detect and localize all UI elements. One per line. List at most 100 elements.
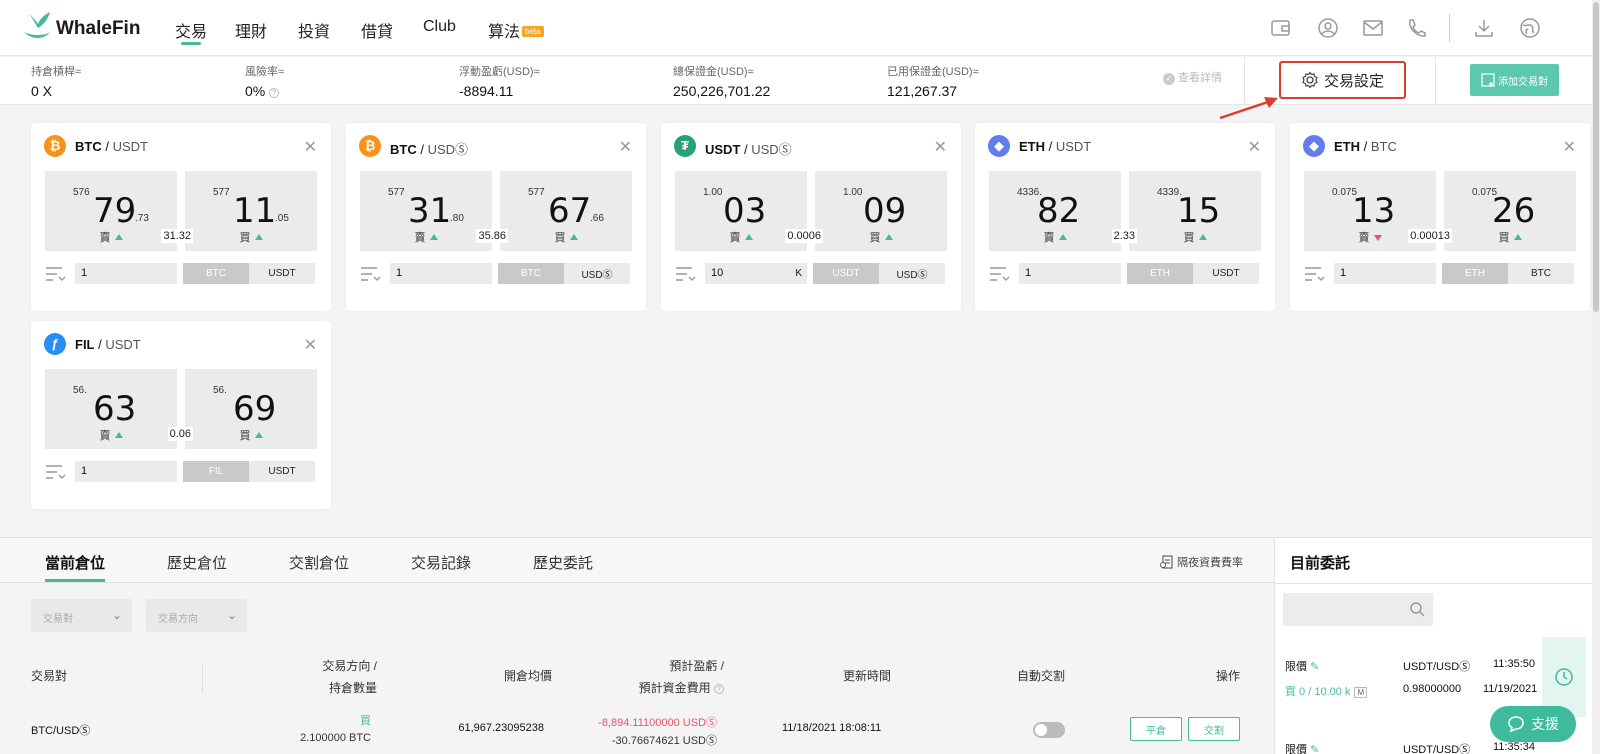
tab-history-positions[interactable]: 歷史倉位 (167, 552, 227, 573)
currency-option-quote[interactable]: USDT (249, 461, 315, 482)
currency-option-base[interactable]: FIL (183, 461, 249, 482)
price-suffix: .80 (450, 213, 464, 224)
edit-icon[interactable]: ✎ (1310, 744, 1319, 754)
trade-settings-button[interactable]: 交易設定 (1279, 61, 1406, 99)
currency-toggle[interactable]: BTC USDT (183, 263, 315, 284)
quantity-input[interactable]: 1 (75, 461, 177, 482)
quantity-input[interactable]: 1 (1019, 263, 1121, 284)
download-icon[interactable] (1473, 17, 1495, 39)
nav-item-finance[interactable]: 理財 (235, 18, 267, 42)
support-chat-button[interactable]: 支援 (1490, 706, 1576, 742)
quantity-input[interactable]: 1 (75, 263, 177, 284)
orders-search-input[interactable] (1283, 593, 1433, 626)
currency-option-quote[interactable]: USDⓈ (564, 263, 630, 284)
funding-rate-link[interactable]: 隔夜資費費率 (1160, 554, 1243, 570)
scrollbar-thumb[interactable] (1593, 2, 1599, 312)
order-type-icon[interactable] (675, 265, 697, 283)
order-type-icon[interactable] (1304, 265, 1326, 283)
search-icon (1410, 602, 1425, 617)
add-trade-pair-button[interactable]: 添加交易對 (1470, 64, 1559, 96)
close-icon[interactable]: ✕ (304, 137, 317, 157)
buy-price-box[interactable]: 56. 69 買 (185, 369, 317, 449)
pair-title: ETH / BTC (1334, 139, 1397, 154)
direction-filter-dropdown[interactable]: 交易方向 ⌄ (146, 599, 247, 632)
support-label: 支援 (1531, 716, 1559, 732)
currency-toggle[interactable]: USDT USDⓈ (813, 263, 945, 284)
quantity-input[interactable]: 1 (390, 263, 492, 284)
order-type-icon[interactable] (360, 265, 382, 283)
tab-trade-records[interactable]: 交易記錄 (411, 552, 471, 573)
close-icon[interactable]: ✕ (304, 335, 317, 355)
currency-option-base[interactable]: USDT (813, 263, 879, 284)
trade-card-usdt-2: ₮ USDT / USDⓈ ✕ 1.00 03 賣 1.00 09 買 0.00… (661, 123, 961, 311)
currency-toggle[interactable]: FIL USDT (183, 461, 315, 482)
edit-icon[interactable]: ✎ (1310, 661, 1319, 673)
tab-history-orders[interactable]: 歷史委託 (533, 552, 593, 573)
sell-price-box[interactable]: 576 79 .73 賣 (45, 171, 177, 251)
order-history-tab[interactable] (1542, 637, 1586, 717)
add-icon (1481, 73, 1495, 87)
sell-price-box[interactable]: 577 31 .80 賣 (360, 171, 492, 251)
quantity-input[interactable]: 1 (1334, 263, 1436, 284)
nav-item-invest[interactable]: 投資 (298, 18, 330, 42)
page-scrollbar[interactable] (1592, 0, 1600, 754)
buy-price-box[interactable]: 4339. 15 買 (1129, 171, 1261, 251)
currency-option-quote[interactable]: BTC (1508, 263, 1574, 284)
deliver-button[interactable]: 交割 (1188, 717, 1240, 741)
row-updated: 11/18/2021 18:08:11 (782, 722, 882, 734)
buy-price-box[interactable]: 0.075 26 買 (1444, 171, 1576, 251)
sell-price-box[interactable]: 4336. 82 賣 (989, 171, 1121, 251)
price-suffix: .66 (590, 213, 604, 224)
tab-current-positions[interactable]: 當前倉位 (45, 552, 106, 582)
nav-item-algo[interactable]: 算法 beta (488, 18, 544, 42)
order-type-icon[interactable] (45, 463, 67, 481)
close-position-button[interactable]: 平倉 (1130, 717, 1182, 741)
auto-delivery-toggle[interactable] (1033, 722, 1065, 738)
currency-option-quote[interactable]: USDⓈ (879, 263, 945, 284)
currency-toggle[interactable]: BTC USDⓈ (498, 263, 630, 284)
help-icon[interactable]: ? (714, 684, 724, 694)
price-main: 03 (723, 191, 767, 231)
wallet-icon[interactable] (1270, 17, 1292, 39)
close-icon[interactable]: ✕ (619, 137, 632, 157)
mail-icon[interactable] (1362, 17, 1384, 39)
currency-option-base[interactable]: ETH (1127, 263, 1193, 284)
price-main: 79 (93, 191, 137, 231)
quantity-input[interactable]: 10 K (705, 263, 807, 284)
currency-option-base[interactable]: BTC (498, 263, 564, 284)
order-type-icon[interactable] (45, 265, 67, 283)
currency-option-base[interactable]: BTC (183, 263, 249, 284)
currency-toggle[interactable]: ETH USDT (1127, 263, 1259, 284)
currency-option-base[interactable]: ETH (1442, 263, 1508, 284)
header-auto-delivery: 自動交割 (1017, 669, 1066, 683)
close-icon[interactable]: ✕ (934, 137, 947, 157)
tab-delivery-positions[interactable]: 交割倉位 (289, 552, 349, 573)
buy-price-box[interactable]: 577 11 .05 買 (185, 171, 317, 251)
price-prefix: 577 (388, 187, 405, 198)
nav-item-loan[interactable]: 借貸 (361, 18, 393, 42)
whalefin-logo[interactable]: WhaleFin (22, 6, 157, 46)
close-icon[interactable]: ✕ (1563, 137, 1576, 157)
stat-pnl-label: 浮動盈虧(USD)≈ (459, 66, 540, 78)
buy-price-box[interactable]: 577 67 .66 買 (500, 171, 632, 251)
currency-option-quote[interactable]: USDT (249, 263, 315, 284)
price-main: 26 (1492, 191, 1536, 231)
nav-item-trade[interactable]: 交易 (175, 18, 207, 45)
stat-margin-used: 已用保證金(USD)≈ 121,267.37 (887, 63, 979, 99)
phone-icon[interactable] (1405, 17, 1427, 39)
globe-icon[interactable] (1519, 17, 1541, 39)
price-main: 15 (1177, 191, 1221, 231)
arrow-up-icon (1058, 234, 1067, 240)
close-icon[interactable]: ✕ (1248, 137, 1261, 157)
order-type-icon[interactable] (989, 265, 1011, 283)
view-details-link[interactable]: ✓ 查看詳情 (1163, 69, 1222, 85)
currency-toggle[interactable]: ETH BTC (1442, 263, 1574, 284)
currency-option-quote[interactable]: USDT (1193, 263, 1259, 284)
sell-price-box[interactable]: 56. 63 賣 (45, 369, 177, 449)
buy-price-box[interactable]: 1.00 09 買 (815, 171, 947, 251)
nav-item-club[interactable]: Club (423, 18, 456, 36)
order-pair: USDT/USDⓈ (1403, 661, 1471, 673)
pair-filter-dropdown[interactable]: 交易對 ⌄ (31, 599, 132, 632)
help-icon[interactable]: ? (269, 88, 280, 98)
user-icon[interactable] (1317, 17, 1339, 39)
